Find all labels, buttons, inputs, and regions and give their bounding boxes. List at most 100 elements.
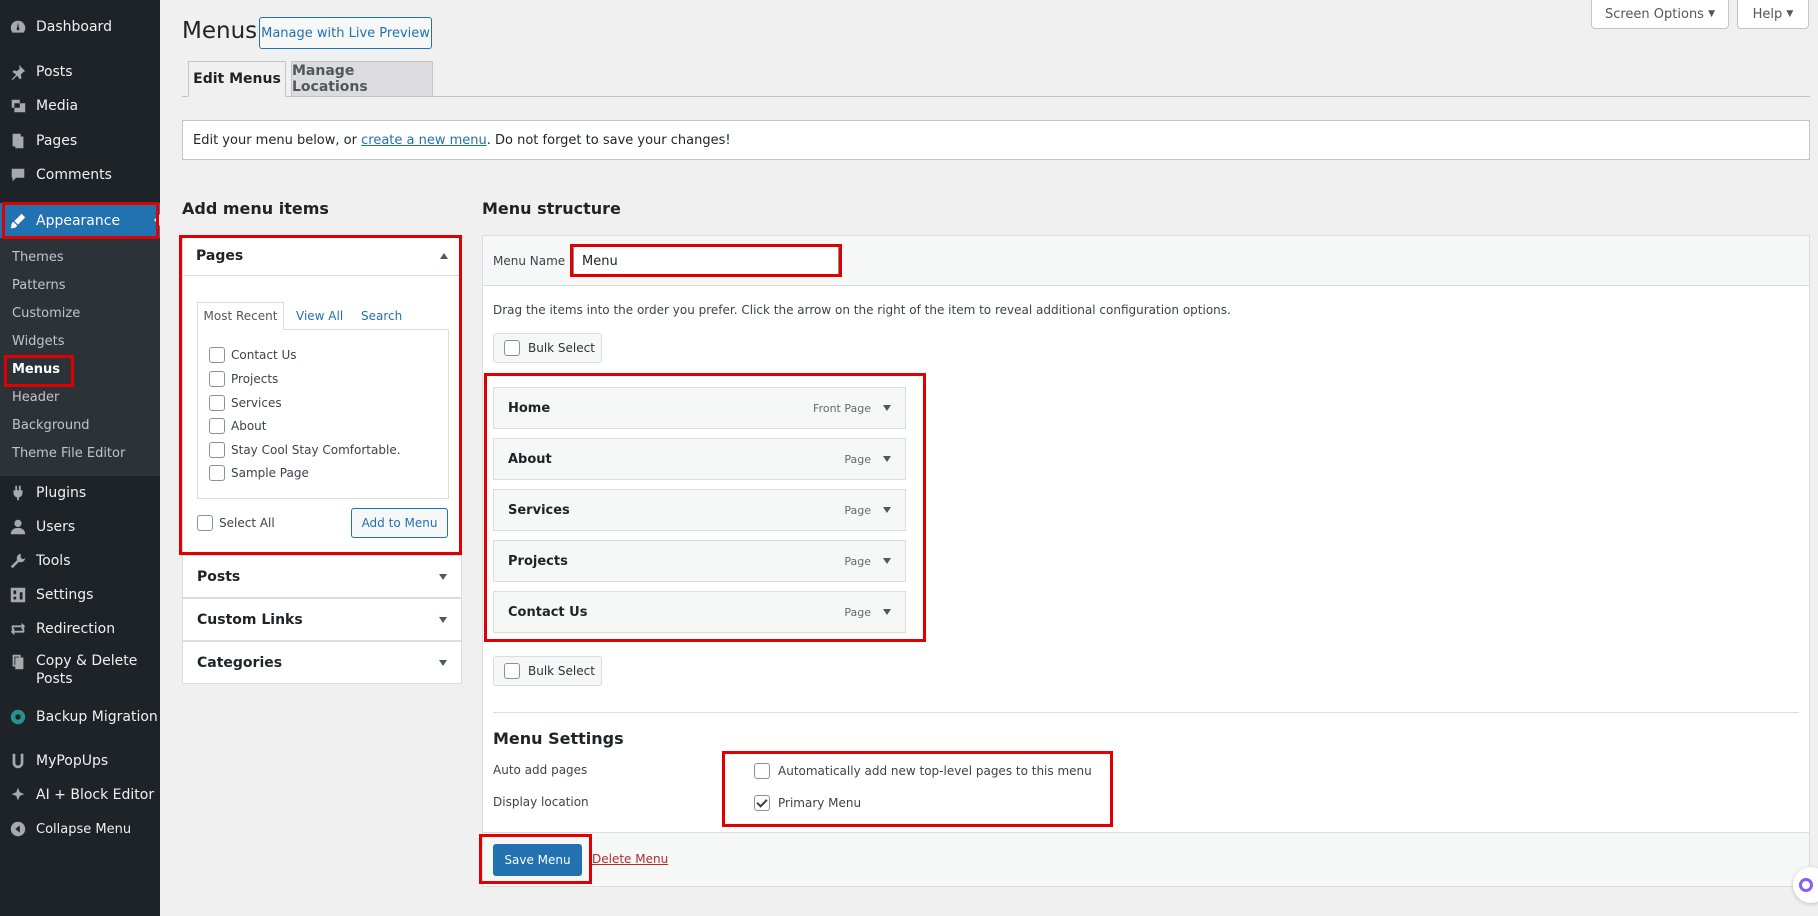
page-title: Menus [182, 18, 258, 44]
categories-section[interactable]: Categories [182, 641, 462, 684]
save-menu-button[interactable]: Save Menu [493, 844, 582, 876]
posts-section[interactable]: Posts [182, 555, 462, 598]
auto-add-label: Auto add pages [493, 763, 588, 777]
auto-add-option[interactable]: Automatically add new top-level pages to… [754, 763, 1092, 779]
menu-item-services[interactable]: Services Page [493, 489, 906, 531]
pin-icon [8, 62, 28, 82]
add-menu-items-heading: Add menu items [182, 199, 329, 218]
tab-edit-menus[interactable]: Edit Menus [188, 61, 286, 97]
expand-arrow-icon[interactable] [883, 456, 891, 462]
tab-manage-locations[interactable]: Manage Locations [291, 61, 433, 96]
redirect-icon [8, 619, 28, 639]
expand-arrow-icon[interactable] [883, 609, 891, 615]
submenu-customize[interactable]: Customize [12, 306, 80, 321]
sidebar-item-redirection[interactable]: Redirection [0, 612, 160, 646]
sidebar-item-plugins[interactable]: Plugins [0, 476, 160, 510]
sidebar-item-dashboard[interactable]: Dashboard [0, 10, 160, 44]
copy-icon [8, 652, 28, 672]
ai-icon [8, 785, 28, 805]
checkbox[interactable] [209, 371, 225, 387]
create-new-menu-link[interactable]: create a new menu [361, 133, 487, 148]
sidebar-item-posts[interactable]: Posts [0, 55, 160, 89]
submenu-theme-file-editor[interactable]: Theme File Editor [12, 446, 125, 461]
submenu-header[interactable]: Header [12, 390, 59, 405]
comment-icon [8, 165, 28, 185]
submenu-widgets[interactable]: Widgets [12, 334, 65, 349]
sidebar-item-ai-block-editor[interactable]: AI + Block Editor [0, 778, 160, 812]
add-to-menu-button[interactable]: Add to Menu [351, 508, 448, 538]
check-icon [756, 796, 768, 808]
pages-panel-header[interactable]: Pages [182, 236, 462, 276]
custom-links-section[interactable]: Custom Links [182, 598, 462, 641]
list-item[interactable]: Contact Us [209, 347, 297, 363]
footer-bar [483, 832, 1809, 886]
sidebar-item-copy-delete-posts[interactable]: Copy & Delete Posts [0, 652, 160, 696]
menu-item-home[interactable]: Home Front Page [493, 387, 906, 429]
backup-icon [8, 707, 28, 727]
sidebar-item-appearance[interactable]: Appearance [0, 203, 160, 238]
expand-arrow-icon[interactable] [439, 616, 447, 623]
menu-structure-heading: Menu structure [482, 199, 621, 218]
plugin-icon [8, 483, 28, 503]
brush-icon [8, 211, 28, 231]
assistant-bubble[interactable] [1793, 867, 1818, 903]
expand-arrow-icon[interactable] [439, 659, 447, 666]
sidebar-item-users[interactable]: Users [0, 510, 160, 544]
menu-item-about[interactable]: About Page [493, 438, 906, 480]
sidebar-item-comments[interactable]: Comments [0, 158, 160, 192]
checkbox[interactable] [209, 418, 225, 434]
checkbox[interactable] [504, 340, 520, 356]
caret-down-icon: ▼ [1708, 9, 1716, 19]
checkbox[interactable] [504, 663, 520, 679]
menu-item-contact-us[interactable]: Contact Us Page [493, 591, 906, 633]
list-item[interactable]: Sample Page [209, 465, 309, 481]
select-all[interactable]: Select All [197, 515, 275, 531]
submenu-menus[interactable]: Menus [12, 362, 60, 377]
sidebar-item-media[interactable]: Media [0, 89, 160, 123]
dashboard-icon [8, 17, 28, 37]
sidebar-item-mypopups[interactable]: MyPopUps [0, 744, 160, 778]
tab-search[interactable]: Search [361, 309, 402, 323]
caret-down-icon: ▼ [1786, 9, 1794, 19]
bulk-select-bottom[interactable]: Bulk Select [493, 656, 602, 686]
live-preview-button[interactable]: Manage with Live Preview [259, 17, 432, 49]
list-item[interactable]: Stay Cool Stay Comfortable. [209, 442, 401, 458]
expand-arrow-icon[interactable] [883, 507, 891, 513]
primary-menu-option[interactable]: Primary Menu [754, 795, 861, 811]
expand-arrow-icon[interactable] [883, 558, 891, 564]
collapse-arrow-icon[interactable] [440, 252, 448, 259]
auto-add-checkbox[interactable] [754, 763, 770, 779]
list-item[interactable]: Projects [209, 371, 278, 387]
checkbox[interactable] [209, 395, 225, 411]
delete-menu-link[interactable]: Delete Menu [592, 852, 668, 866]
tab-most-recent[interactable]: Most Recent [197, 302, 284, 330]
bulk-select-top[interactable]: Bulk Select [493, 333, 602, 363]
checkbox[interactable] [197, 515, 213, 531]
sidebar-item-collapse-menu[interactable]: Collapse Menu [0, 812, 160, 846]
submenu-themes[interactable]: Themes [12, 250, 64, 265]
sidebar-item-settings[interactable]: Settings [0, 578, 160, 612]
menu-item-projects[interactable]: Projects Page [493, 540, 906, 582]
checkbox[interactable] [209, 347, 225, 363]
expand-arrow-icon[interactable] [439, 573, 447, 580]
checkbox[interactable] [209, 465, 225, 481]
tab-view-all[interactable]: View All [296, 309, 343, 323]
checkbox[interactable] [209, 442, 225, 458]
submenu-patterns[interactable]: Patterns [12, 278, 66, 293]
list-item[interactable]: Services [209, 395, 282, 411]
sidebar-item-pages[interactable]: Pages [0, 124, 160, 158]
pages-icon [8, 131, 28, 151]
primary-menu-checkbox[interactable] [754, 795, 770, 811]
menu-name-label: Menu Name [493, 254, 566, 268]
menu-name-input[interactable]: Menu [573, 246, 839, 276]
display-location-label: Display location [493, 795, 589, 809]
list-item[interactable]: About [209, 418, 266, 434]
help-button[interactable]: Help ▼ [1737, 0, 1809, 29]
tabs-baseline [182, 96, 1810, 97]
screen-options-button[interactable]: Screen Options ▼ [1591, 0, 1729, 29]
expand-arrow-icon[interactable] [883, 405, 891, 411]
submenu-background[interactable]: Background [12, 418, 90, 433]
notice-box: Edit your menu below, or create a new me… [182, 120, 1810, 160]
sidebar-item-tools[interactable]: Tools [0, 544, 160, 578]
sidebar-item-backup-migration[interactable]: Backup Migration [0, 700, 160, 734]
